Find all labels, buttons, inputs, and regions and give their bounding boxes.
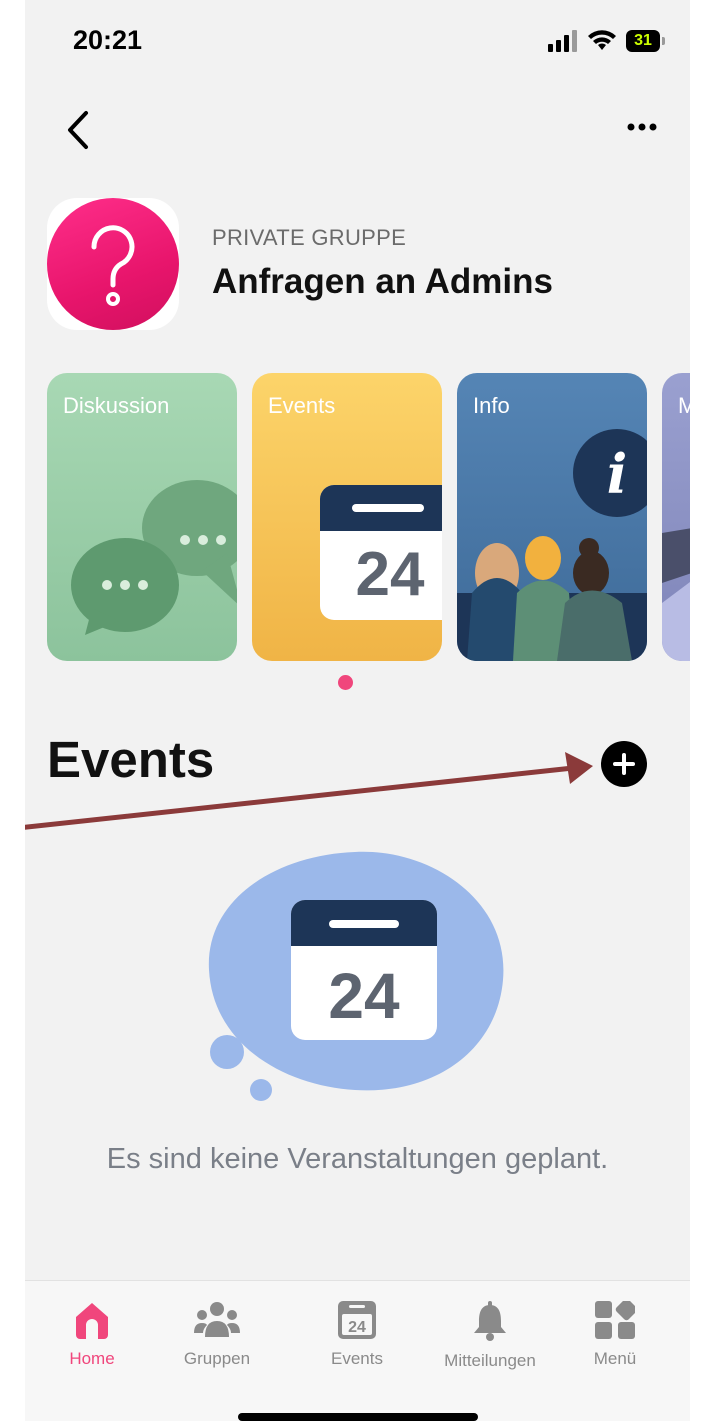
tab-menu[interactable]: Menü <box>555 1301 675 1369</box>
tile-events[interactable]: 24 Events <box>252 373 442 661</box>
add-event-button[interactable] <box>601 741 647 787</box>
tab-label: Menü <box>593 1349 637 1368</box>
tile-info[interactable]: i Info <box>457 373 647 661</box>
ellipsis-icon <box>627 123 657 131</box>
home-indicator <box>238 1413 478 1421</box>
back-button[interactable] <box>60 105 100 155</box>
tab-gruppen[interactable]: Gruppen <box>157 1301 277 1369</box>
menu-grid-icon <box>595 1301 635 1339</box>
tab-label: Gruppen <box>183 1349 251 1368</box>
chevron-left-icon <box>68 111 88 149</box>
events-section-title: Events <box>47 731 215 788</box>
group-icon <box>194 1302 240 1337</box>
tab-events[interactable]: 24 Events <box>297 1301 417 1369</box>
page-indicator-dot <box>338 675 353 690</box>
svg-text:24: 24 <box>356 540 425 609</box>
signal-icon <box>548 30 577 52</box>
tab-label: Events <box>331 1349 383 1368</box>
tile-label: Events <box>268 393 336 418</box>
group-type-label: PRIVATE GRUPPE <box>212 225 407 250</box>
tab-label: Mitteilungen <box>444 1351 536 1370</box>
group-name: Anfragen an Admins <box>212 262 553 301</box>
empty-events-illustration: 24 <box>208 851 504 1101</box>
tab-mitteilungen[interactable]: Mitteilungen <box>430 1301 550 1371</box>
tile-diskussion[interactable]: Diskussion <box>47 373 237 661</box>
tile-label: M <box>678 393 690 418</box>
tile-label: Info <box>473 393 510 418</box>
feature-tiles: Diskussion 24 Events i Info M <box>47 373 690 661</box>
calendar-icon: 24 <box>291 900 437 1040</box>
home-icon <box>76 1303 108 1339</box>
status-icons: 31 <box>548 28 665 54</box>
tile-label: Diskussion <box>63 393 170 418</box>
empty-state-message: Es sind keine Veranstaltungen geplant. <box>106 1143 609 1175</box>
more-options-button[interactable] <box>622 112 662 142</box>
bottom-tab-bar: Home Gruppen 24 Events Mitteilungen Menü <box>25 1280 690 1421</box>
phone-screen: 20:21 31 PRIVATE GRUPPE Anfragen an Admi… <box>25 0 690 1421</box>
tab-home[interactable]: Home <box>32 1301 152 1369</box>
tile-more[interactable]: M <box>662 373 690 661</box>
tab-label: Home <box>69 1349 115 1368</box>
bell-icon <box>474 1301 506 1341</box>
status-time: 20:21 <box>73 25 143 55</box>
question-mark-icon <box>91 225 135 306</box>
svg-text:i: i <box>607 442 628 506</box>
svg-text:24: 24 <box>348 1319 366 1336</box>
battery-icon: 31 <box>626 30 665 52</box>
calendar-number: 24 <box>328 960 400 1032</box>
calendar-icon: 24 <box>338 1301 376 1339</box>
group-avatar[interactable] <box>47 198 179 330</box>
wifi-icon <box>588 30 616 50</box>
